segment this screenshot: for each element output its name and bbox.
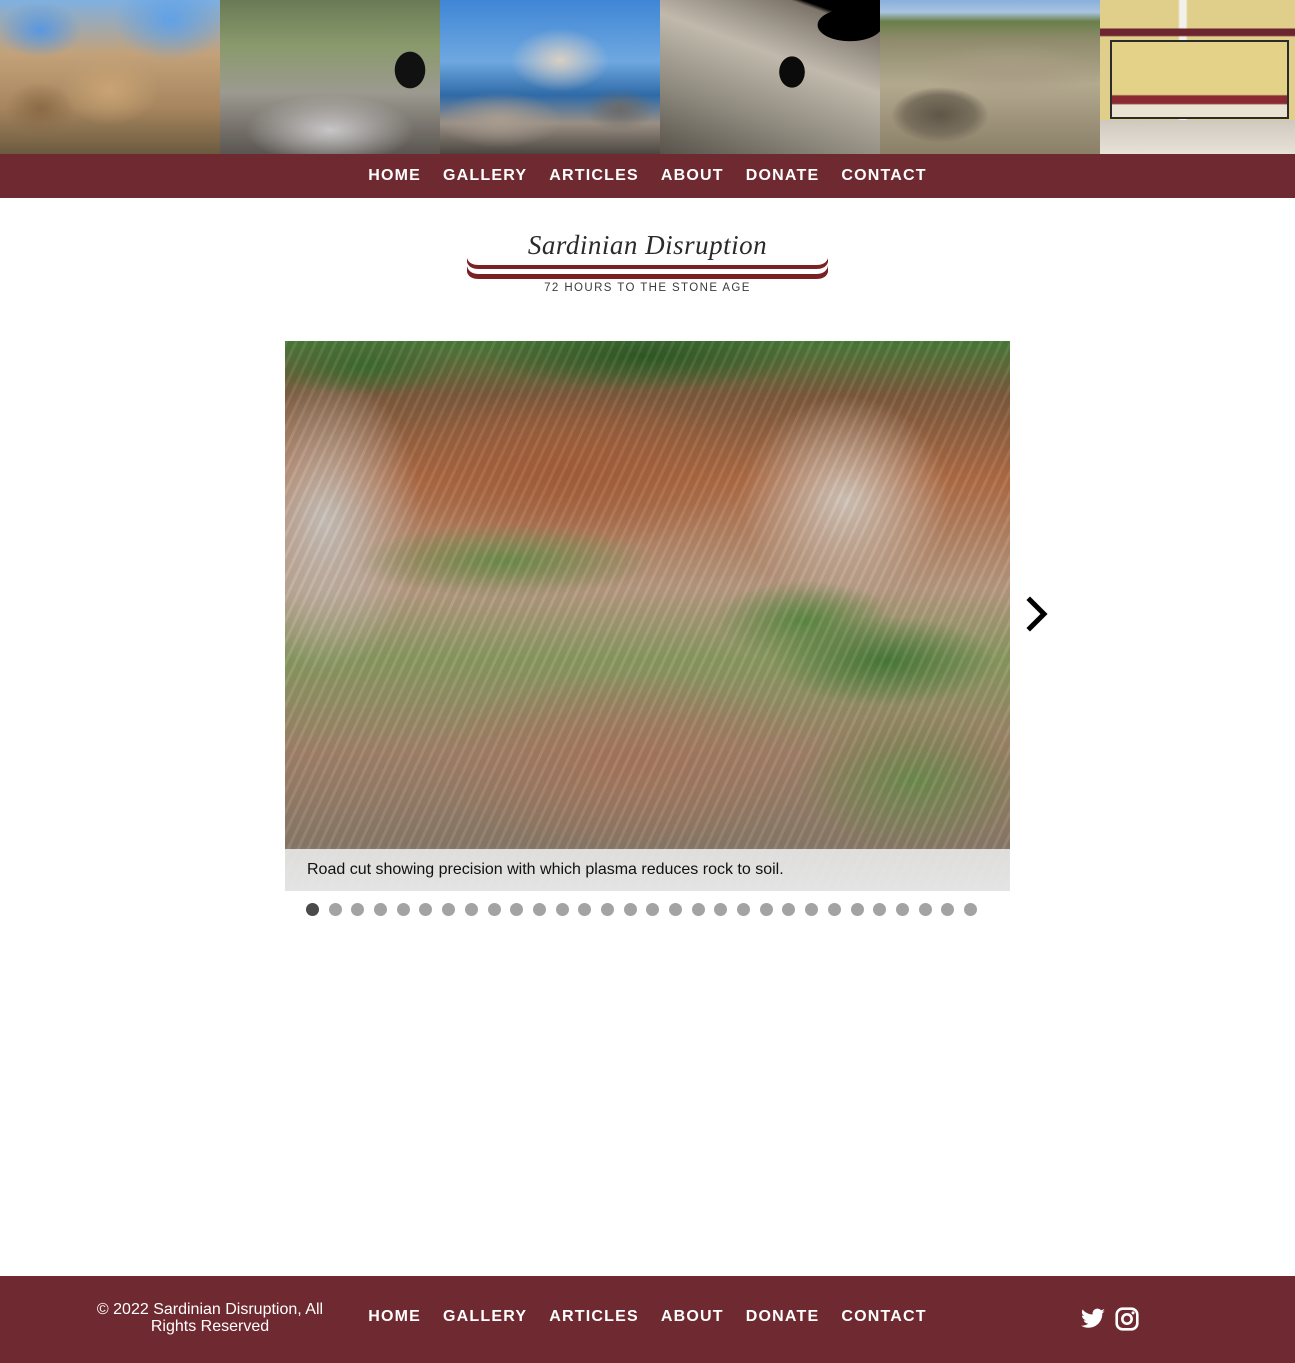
slide-dot[interactable] (396, 902, 410, 916)
slide-dot[interactable] (578, 902, 592, 916)
slide-dot[interactable] (669, 902, 682, 916)
footer-nav-home[interactable]: HOME (357, 1308, 432, 1326)
slide-dot[interactable] (759, 902, 773, 916)
site-logo[interactable]: Sardinian Disruption 72 HOURS TO THE STO… (465, 228, 830, 300)
logo-ship-bars (467, 258, 828, 279)
footer-nav-gallery[interactable]: GALLERY (432, 1308, 538, 1326)
slide-dot[interactable] (827, 902, 841, 916)
slide-dot[interactable] (805, 902, 819, 916)
footer-nav-articles[interactable]: ARTICLES (538, 1308, 650, 1326)
nav-gallery[interactable]: GALLERY (432, 167, 538, 185)
slide-dot[interactable] (532, 902, 546, 916)
slide-image-road-cut (285, 341, 1010, 891)
nav-articles[interactable]: ARTICLES (538, 167, 650, 185)
slide-dot[interactable] (510, 902, 524, 916)
footer-nav-contact[interactable]: CONTACT (830, 1308, 937, 1326)
header-photo-nuraghe-ruins (880, 0, 1100, 154)
slide-dot[interactable] (918, 902, 932, 916)
slide-dot[interactable] (782, 902, 796, 916)
slide-dot[interactable] (328, 902, 342, 916)
slide-dot[interactable] (873, 902, 887, 916)
slide-dot[interactable] (442, 902, 456, 916)
header-photo-tomb-chamber (660, 0, 880, 154)
header-photo-strip (0, 0, 1295, 154)
slide-dot[interactable] (737, 902, 751, 916)
slide-dot[interactable] (623, 902, 637, 916)
slide-dot[interactable] (555, 902, 569, 916)
slide-dot[interactable] (487, 902, 501, 916)
slide-indicator-dots (306, 901, 996, 917)
nav-donate[interactable]: DONATE (735, 167, 831, 185)
slide-dot[interactable] (351, 902, 365, 916)
nav-contact[interactable]: CONTACT (830, 167, 937, 185)
twitter-icon[interactable] (1080, 1306, 1106, 1332)
site-footer: © 2022 Sardinian Disruption, All Rights … (0, 1276, 1295, 1363)
slide-dot[interactable] (419, 902, 433, 916)
nav-about[interactable]: ABOUT (650, 167, 735, 185)
slide-dot[interactable] (374, 902, 388, 916)
logo-title: Sardinian Disruption (527, 230, 768, 260)
header-photo-cave-interior (220, 0, 440, 154)
header-photo-rock-cliff (0, 0, 220, 154)
slide-dot[interactable] (714, 902, 728, 916)
slide-caption: Road cut showing precision with which pl… (285, 849, 1010, 891)
slide-dot[interactable] (646, 902, 660, 916)
slide-dot[interactable] (941, 902, 955, 916)
logo-subtitle: 72 HOURS TO THE STONE AGE (544, 282, 751, 294)
footer-nav-about[interactable]: ABOUT (650, 1308, 735, 1326)
instagram-icon[interactable] (1114, 1306, 1140, 1332)
next-slide-arrow-icon[interactable] (1022, 596, 1052, 632)
slide-dot[interactable] (850, 902, 864, 916)
main-navbar: HOME GALLERY ARTICLES ABOUT DONATE CONTA… (0, 154, 1295, 198)
header-photo-painted-wall (1100, 0, 1295, 154)
slide-dot[interactable] (464, 902, 478, 916)
slide-dot[interactable] (963, 902, 977, 916)
social-links (1080, 1306, 1148, 1332)
slide-dot[interactable] (306, 902, 319, 916)
image-slideshow[interactable]: Road cut showing precision with which pl… (285, 341, 1010, 891)
slide-dot[interactable] (691, 902, 705, 916)
nav-home[interactable]: HOME (357, 167, 432, 185)
header-photo-rock-formation (440, 0, 660, 154)
slide-dot[interactable] (895, 902, 909, 916)
footer-nav-donate[interactable]: DONATE (735, 1308, 831, 1326)
slide-dot[interactable] (600, 902, 614, 916)
